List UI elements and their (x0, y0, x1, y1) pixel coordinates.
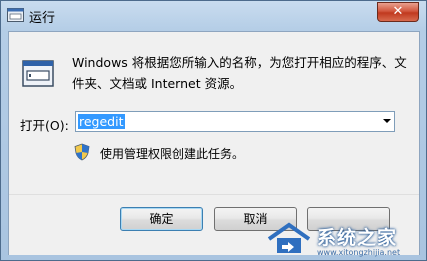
run-program-icon (22, 60, 54, 87)
close-button[interactable]: ✕ (377, 2, 419, 22)
watermark-text: 系统之家 (317, 227, 398, 249)
open-combobox[interactable]: regedit (75, 111, 395, 132)
window-title: 运行 (29, 11, 56, 26)
open-label: 打开(O): (20, 118, 69, 133)
open-input-value[interactable]: regedit (78, 114, 125, 129)
watermark: 系统之家 www.xitongzhijia.net (265, 221, 425, 259)
watermark-url: www.xitongzhijia.net (317, 248, 401, 257)
uac-shield-icon (74, 143, 90, 161)
house-logo-icon (267, 222, 311, 253)
run-icon (7, 8, 24, 22)
run-dialog-window: 运行 ✕ Windows 将根据您所输入的名称，为您打开相应的程序、文件夹、文档… (0, 0, 427, 261)
dialog-description: Windows 将根据您所输入的名称，为您打开相应的程序、文件夹、文档或 Int… (72, 55, 407, 91)
admin-note: 使用管理权限创建此任务。 (100, 147, 245, 161)
chevron-down-icon[interactable] (383, 119, 391, 123)
title-bar[interactable]: 运行 ✕ (1, 1, 426, 31)
ok-button[interactable]: 确定 (120, 207, 203, 231)
